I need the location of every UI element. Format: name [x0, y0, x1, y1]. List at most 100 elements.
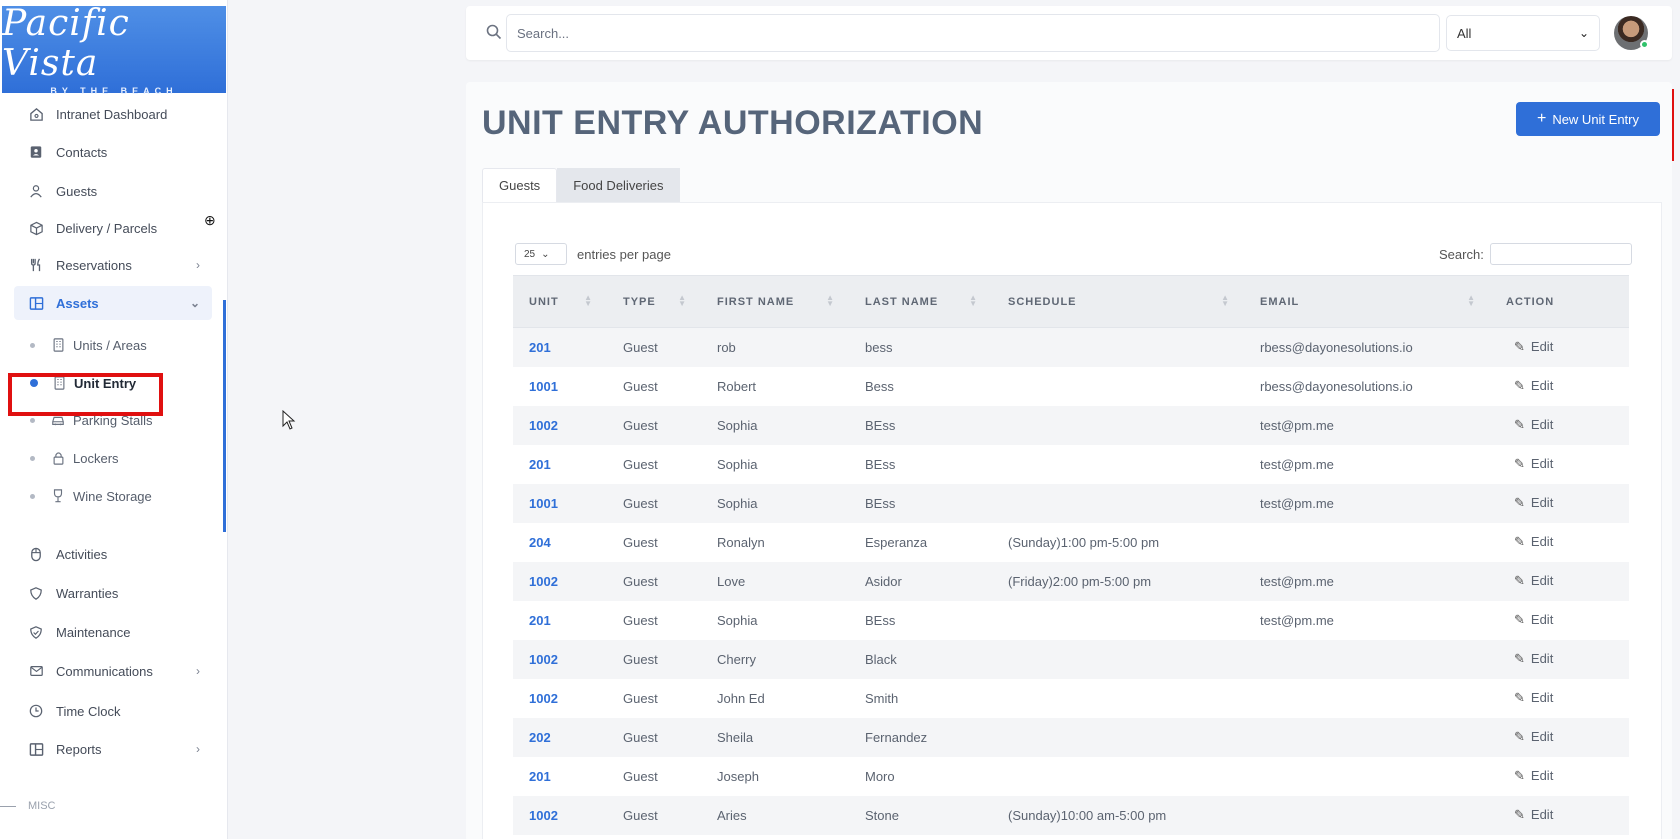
sidebar-item-intranet-dashboard[interactable]: Intranet Dashboard	[14, 97, 212, 131]
column-header-email[interactable]: EMAIL ▲ ▼	[1244, 275, 1490, 328]
global-search-input[interactable]	[506, 14, 1440, 52]
unit-cell[interactable]: 201	[513, 444, 607, 484]
tabs: Guests Food Deliveries	[482, 168, 680, 202]
last-name-cell: BEss	[849, 405, 992, 445]
table-row: 201 Guest rob bess rbess@dayonesolutions.io ✎…	[513, 327, 1629, 367]
edit-link[interactable]: ✎ Edit	[1514, 339, 1553, 354]
column-header-schedule[interactable]: SCHEDULE ▲ ▼	[992, 275, 1244, 328]
logo-script: Pacific Vista	[2, 2, 130, 84]
unit-cell[interactable]: 1002	[513, 405, 607, 445]
page-title: UNIT ENTRY AUTHORIZATION	[482, 104, 984, 142]
sidebar-item-reservations[interactable]: Reservations ›	[14, 248, 212, 282]
sidebar-item-communications[interactable]: Communications ›	[14, 654, 212, 688]
chevron-icon: ⌄	[189, 296, 200, 310]
column-header-type[interactable]: TYPE ▲ ▼	[607, 275, 701, 328]
action-cell: ✎ Edit	[1490, 639, 1629, 679]
edit-link[interactable]: ✎ Edit	[1514, 651, 1553, 666]
bullet-dot	[30, 455, 35, 461]
sidebar-item-reports[interactable]: Reports ›	[14, 732, 212, 766]
unit-cell[interactable]: 1002	[513, 639, 607, 679]
column-header-unit[interactable]: UNIT ▲ ▼	[513, 275, 607, 328]
unit-cell[interactable]: 1001	[513, 483, 607, 523]
schedule-cell	[992, 756, 1244, 796]
unit-cell[interactable]: 202	[513, 717, 607, 757]
type-cell: Guest	[607, 717, 701, 757]
sidebar-subitem-units-areas[interactable]: Units / Areas	[30, 330, 210, 360]
edit-link[interactable]: ✎ Edit	[1514, 495, 1553, 510]
tab-guests[interactable]: Guests	[482, 168, 558, 202]
last-name-cell: BEss	[849, 483, 992, 523]
unit-cell[interactable]: 201	[513, 600, 607, 640]
action-cell: ✎ Edit	[1490, 717, 1629, 757]
first-name-cell: Love	[701, 561, 849, 601]
layout-icon	[28, 741, 44, 757]
sidebar-item-time-clock[interactable]: Time Clock	[14, 694, 212, 728]
email-cell	[1244, 639, 1490, 679]
first-name-cell: Sophia	[701, 483, 849, 523]
schedule-cell	[992, 483, 1244, 523]
sidebar-item-activities[interactable]: Activities	[14, 537, 212, 571]
unit-cell[interactable]: 1002	[513, 561, 607, 601]
column-header-first-name[interactable]: FIRST NAME ▲ ▼	[701, 275, 849, 328]
unit-cell[interactable]: 1002	[513, 678, 607, 718]
edit-link[interactable]: ✎ Edit	[1514, 417, 1553, 432]
sidebar-item-warranties[interactable]: Warranties	[14, 576, 212, 610]
type-cell: Guest	[607, 639, 701, 679]
table-search: Search:	[1439, 243, 1632, 265]
active-section-indicator	[223, 300, 226, 532]
table-row: 1002 Guest Sophia BEss test@pm.me ✎ Edit	[513, 405, 1629, 445]
edit-link[interactable]: ✎ Edit	[1514, 378, 1553, 393]
unit-cell[interactable]: 1001	[513, 366, 607, 406]
edit-link[interactable]: ✎ Edit	[1514, 612, 1553, 627]
type-cell: Guest	[607, 795, 701, 835]
email-cell: test@pm.me	[1244, 483, 1490, 523]
edit-link[interactable]: ✎ Edit	[1514, 729, 1553, 744]
sidebar-item-label: Delivery / Parcels	[56, 220, 158, 236]
unit-cell[interactable]: 1002	[513, 795, 607, 835]
edit-link[interactable]: ✎ Edit	[1514, 807, 1553, 822]
edit-link[interactable]: ✎ Edit	[1514, 573, 1553, 588]
sidebar-item-maintenance[interactable]: Maintenance	[14, 615, 212, 649]
email-cell: test@pm.me	[1244, 444, 1490, 484]
first-name-cell: Cherry	[701, 639, 849, 679]
sidebar-item-contacts[interactable]: Contacts	[14, 135, 212, 169]
logo[interactable]: Pacific Vista BY THE BEACH	[2, 2, 226, 96]
search-scope-value: All	[1457, 25, 1472, 41]
last-name-cell: Asidor	[849, 561, 992, 601]
new-unit-entry-label: New Unit Entry	[1552, 111, 1640, 127]
sidebar-item-assets[interactable]: Assets ⌄	[14, 286, 212, 320]
sidebar-subitem-wine-storage[interactable]: Wine Storage	[30, 481, 210, 511]
column-header-last-name[interactable]: LAST NAME ▲ ▼	[849, 275, 992, 328]
user-icon	[28, 183, 44, 199]
last-name-cell: Black	[849, 639, 992, 679]
column-header-label: SCHEDULE	[1008, 295, 1077, 308]
search-scope-select[interactable]: All ⌄	[1446, 15, 1600, 51]
schedule-cell	[992, 327, 1244, 367]
schedule-cell: (Friday)2:00 pm-5:00 pm	[992, 561, 1244, 601]
unit-cell[interactable]: 204	[513, 522, 607, 562]
unit-cell[interactable]: 201	[513, 756, 607, 796]
entries-per-page-select[interactable]: 25 ⌄	[515, 243, 567, 265]
unit-cell[interactable]: 201	[513, 327, 607, 367]
last-name-cell: Stone	[849, 795, 992, 835]
sidebar-item-label: Intranet Dashboard	[56, 106, 168, 122]
tab-food-deliveries[interactable]: Food Deliveries	[557, 168, 680, 202]
avatar[interactable]	[1614, 16, 1649, 50]
sidebar-item-guests[interactable]: Guests	[14, 174, 212, 208]
edit-link[interactable]: ✎ Edit	[1514, 534, 1553, 549]
type-cell: Guest	[607, 756, 701, 796]
sidebar-item-delivery-parcels[interactable]: Delivery / Parcels	[14, 211, 212, 245]
sidebar-item-label: Maintenance	[56, 624, 131, 640]
table-search-input[interactable]	[1489, 243, 1632, 265]
sidebar-item-label: Reservations	[56, 257, 132, 273]
first-name-cell: Ronalyn	[701, 522, 849, 562]
edit-link[interactable]: ✎ Edit	[1514, 456, 1553, 471]
new-unit-entry-button[interactable]: + New Unit Entry	[1516, 102, 1660, 136]
pencil-icon: ✎	[1514, 573, 1525, 588]
edit-link[interactable]: ✎ Edit	[1514, 690, 1553, 705]
table-row: 1001 Guest Sophia BEss test@pm.me ✎ Edit	[513, 483, 1629, 523]
type-cell: Guest	[607, 405, 701, 445]
sidebar-subitem-lockers[interactable]: Lockers	[30, 443, 210, 473]
edit-link[interactable]: ✎ Edit	[1514, 768, 1553, 783]
pencil-icon: ✎	[1514, 768, 1525, 783]
